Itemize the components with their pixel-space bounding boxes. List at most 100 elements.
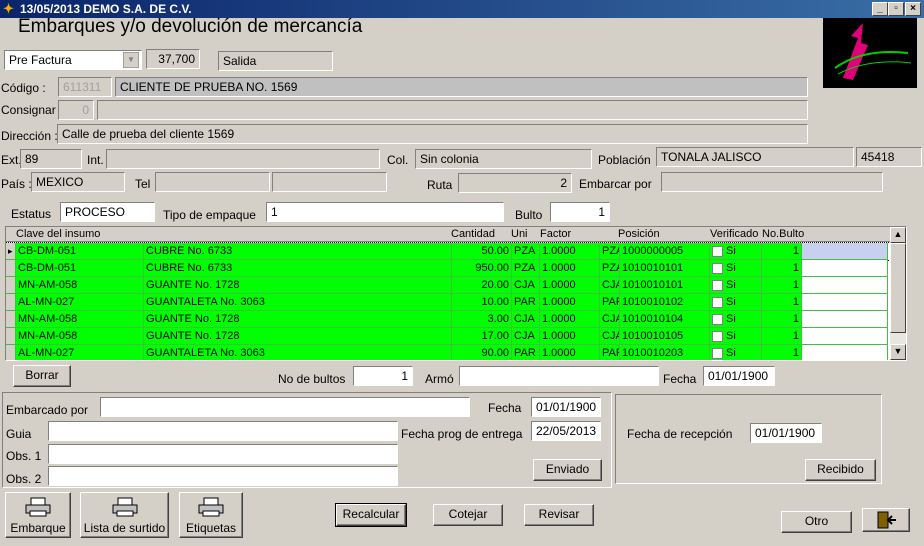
- scroll-up-icon[interactable]: ▲: [890, 227, 906, 243]
- page-title: Embarques y/o devolución de mercancía: [18, 16, 363, 37]
- cell-factor: 1.0000: [540, 277, 600, 294]
- table-row[interactable]: ▸ CB-DM-051 CUBRE No. 6733 50.00 PZA 1.0000 PZ…: [6, 242, 891, 261]
- restore-button[interactable]: ▫: [888, 2, 904, 16]
- cell-clave: AL-MN-027: [16, 345, 144, 360]
- verificado-cell[interactable]: Si: [710, 260, 762, 277]
- cell-desc: GUANTALETA No. 3063: [144, 345, 452, 360]
- app-icon: ✦: [3, 1, 14, 16]
- cell-bulto: 1: [762, 243, 802, 260]
- cell-uni: PZA: [512, 243, 540, 260]
- revisar-button[interactable]: Revisar: [524, 504, 594, 526]
- empty-cell: [802, 260, 888, 277]
- grid-scrollbar[interactable]: ▲ ▼: [890, 227, 906, 360]
- cotejar-button[interactable]: Cotejar: [433, 504, 503, 526]
- fecha-prog-field[interactable]: 22/05/2013: [531, 421, 601, 441]
- borrar-button[interactable]: Borrar: [13, 365, 71, 387]
- close-button[interactable]: ×: [905, 2, 921, 16]
- ruta-field: 2: [458, 173, 572, 193]
- no-bultos-field[interactable]: 1: [353, 366, 413, 386]
- verificado-cell[interactable]: Si: [710, 328, 762, 345]
- armo-field[interactable]: [459, 366, 659, 386]
- pais-label: País :: [1, 177, 32, 191]
- checkbox[interactable]: [712, 296, 723, 308]
- recepcion-field[interactable]: 01/01/1900: [750, 423, 822, 443]
- col-cantidad: Cantidad: [451, 228, 496, 240]
- verificado-cell[interactable]: Si: [710, 243, 762, 260]
- etiquetas-button[interactable]: Etiquetas: [179, 492, 243, 538]
- cell-uni2: PAR: [600, 294, 620, 311]
- cp-field: 45418: [856, 147, 922, 167]
- lista-surtido-label: Lista de surtido: [83, 521, 166, 535]
- colonia-field: Sin colonia: [415, 149, 592, 169]
- cell-clave: AL-MN-027: [16, 294, 144, 311]
- cell-uni: CJA: [512, 311, 540, 328]
- obs2-field[interactable]: [48, 466, 398, 486]
- checkbox-label: Si: [726, 245, 736, 257]
- doc-type-select[interactable]: Pre Factura ▼: [4, 50, 142, 70]
- checkbox-label: Si: [726, 330, 736, 342]
- checkbox[interactable]: [712, 279, 723, 291]
- verificado-cell[interactable]: Si: [710, 311, 762, 328]
- row-selector: [6, 294, 16, 311]
- checkbox[interactable]: [712, 262, 723, 274]
- empaque-field[interactable]: 1: [266, 202, 504, 222]
- embarcado-field[interactable]: [100, 397, 470, 417]
- guia-field[interactable]: [48, 421, 398, 441]
- verificado-cell[interactable]: Si: [710, 277, 762, 294]
- checkbox-label: Si: [726, 279, 736, 291]
- fecha-embarque-field[interactable]: 01/01/1900: [531, 397, 601, 417]
- cell-cantidad: 20.00: [452, 277, 512, 294]
- cell-cantidad: 3.00: [452, 311, 512, 328]
- window-title: 13/05/2013 DEMO S.A. DE C.V.: [20, 2, 192, 16]
- table-row[interactable]: MN-AM-058GUANTE No. 17283.00CJA1.0000CJA…: [6, 311, 890, 328]
- cell-uni2: PAR: [600, 345, 620, 360]
- table-row[interactable]: MN-AM-058 GUANTE No. 1728 20.00 CJA 1.0000 CJ…: [6, 277, 890, 294]
- minimize-button[interactable]: _: [872, 2, 888, 16]
- empty-cell: [802, 328, 888, 345]
- cell-factor: 1.0000: [540, 345, 600, 360]
- table-row[interactable]: AL-MN-027 GUANTALETA No. 3063 90.00 PAR 1.00…: [6, 345, 890, 360]
- embarque-button[interactable]: Embarque: [5, 492, 71, 538]
- lista-surtido-button[interactable]: Lista de surtido: [80, 492, 169, 538]
- row-selector: [6, 345, 16, 360]
- cell-factor: 1.0000: [540, 311, 600, 328]
- empty-cell: [802, 311, 888, 328]
- recibido-button[interactable]: Recibido: [805, 459, 876, 481]
- scroll-down-icon[interactable]: ▼: [890, 344, 906, 360]
- cell-desc: GUANTE No. 1728: [144, 311, 452, 328]
- cell-uni: PAR: [512, 345, 540, 360]
- checkbox[interactable]: [712, 245, 723, 257]
- cell-desc: GUANTE No. 1728: [144, 277, 452, 294]
- cell-cantidad: 950.00: [452, 260, 512, 277]
- estatus-field[interactable]: PROCESO: [60, 202, 155, 222]
- checkbox[interactable]: [712, 330, 723, 342]
- bulto-field[interactable]: 1: [550, 202, 610, 222]
- fecha-armo-field[interactable]: 01/01/1900: [703, 366, 775, 386]
- cell-clave: CB-DM-051: [16, 243, 144, 260]
- obs1-field[interactable]: [48, 444, 398, 464]
- otro-button[interactable]: Otro: [781, 511, 852, 533]
- cell-uni2: CJA: [600, 328, 620, 345]
- empty-cell: [802, 277, 888, 294]
- checkbox[interactable]: [712, 313, 723, 325]
- table-row[interactable]: MN-AM-058 GUANTE No. 1728 17.00 CJA 1.0000 CJ…: [6, 328, 890, 345]
- table-row[interactable]: AL-MN-027 GUANTALETA No. 3063 10.00 PAR 1.00…: [6, 294, 890, 311]
- cell-uni: CJA: [512, 328, 540, 345]
- codigo-label: Código :: [1, 81, 46, 95]
- cell-bulto: 1: [762, 277, 802, 294]
- exit-door-icon: [877, 511, 896, 529]
- etiquetas-label: Etiquetas: [185, 521, 237, 535]
- items-grid[interactable]: Clave del insumo Cantidad Uni Factor Pos…: [5, 226, 907, 361]
- cell-factor: 1.0000: [540, 328, 600, 345]
- table-row[interactable]: CB-DM-051 CUBRE No. 6733 950.00 PZA 1.0000 PZ…: [6, 260, 890, 277]
- verificado-cell[interactable]: Si: [710, 345, 762, 360]
- verificado-cell[interactable]: Si: [710, 294, 762, 311]
- exit-button[interactable]: [862, 508, 910, 532]
- cell-uni: PZA: [512, 260, 540, 277]
- recalcular-button[interactable]: Recalcular: [335, 503, 407, 527]
- chevron-down-icon[interactable]: ▼: [123, 52, 139, 68]
- enviado-button[interactable]: Enviado: [533, 459, 602, 481]
- checkbox-label: Si: [726, 347, 736, 359]
- scroll-thumb[interactable]: [890, 243, 906, 333]
- checkbox[interactable]: [712, 347, 723, 359]
